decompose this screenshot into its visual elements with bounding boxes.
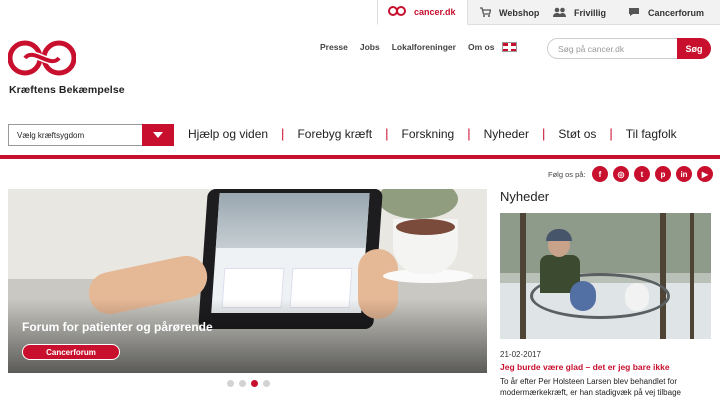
- link-presse[interactable]: Presse: [320, 42, 348, 52]
- cancer-type-select[interactable]: Vælg kræftsygdom: [8, 124, 174, 146]
- nav-separator: |: [385, 126, 389, 141]
- uk-flag-icon[interactable]: [502, 42, 517, 52]
- news-date: 21-02-2017: [500, 350, 541, 359]
- twitter-icon[interactable]: t: [634, 166, 650, 182]
- search-input[interactable]: [547, 38, 677, 59]
- cart-icon: [480, 6, 492, 19]
- nav-separator: |: [467, 126, 471, 141]
- nav-nyheder[interactable]: Nyheder: [484, 127, 529, 141]
- nav-stoet-os[interactable]: Støt os: [558, 127, 596, 141]
- header-links: Presse Jobs Lokalforeninger Om os: [320, 42, 494, 52]
- nav-til-fagfolk[interactable]: Til fagfolk: [626, 127, 677, 141]
- youtube-icon[interactable]: ▶: [697, 166, 713, 182]
- nav-separator: |: [281, 126, 285, 141]
- nav-forskning[interactable]: Forskning: [402, 127, 455, 141]
- slider-dot-active[interactable]: [251, 380, 258, 387]
- facebook-icon[interactable]: f: [592, 166, 608, 182]
- link-om-os[interactable]: Om os: [468, 42, 494, 52]
- cancer-dk-logo-icon: [388, 6, 406, 18]
- news-image[interactable]: [500, 213, 711, 339]
- nav-forebyg-kraeft[interactable]: Forebyg kræft: [297, 127, 372, 141]
- news-title-link[interactable]: Jeg burde være glad – det er jeg bare ik…: [500, 362, 670, 372]
- hero-title: Forum for patienter og pårørende: [22, 320, 213, 334]
- hero-gradient: [8, 299, 487, 373]
- tab-label: Webshop: [499, 7, 540, 18]
- chevron-down-icon: [142, 124, 174, 146]
- pinterest-icon[interactable]: p: [655, 166, 671, 182]
- select-value: Vælg kræftsygdom: [17, 130, 85, 140]
- tab-frivillig[interactable]: Frivillig: [543, 0, 616, 25]
- slider-dots: [227, 380, 270, 387]
- infinity-logo-icon: [7, 40, 77, 76]
- people-icon: [553, 7, 566, 19]
- slider-dot[interactable]: [239, 380, 246, 387]
- cancerforum-button[interactable]: Cancerforum: [22, 344, 120, 360]
- link-lokalforeninger[interactable]: Lokalforeninger: [392, 42, 456, 52]
- tab-label: Cancerforum: [648, 7, 705, 18]
- follow-label: Følg os på:: [548, 170, 586, 179]
- tab-cancerforum[interactable]: Cancerforum: [618, 0, 714, 25]
- chat-bubble-icon: [628, 7, 640, 19]
- hero-cup: [393, 219, 458, 274]
- nav-divider: [0, 155, 720, 159]
- link-jobs[interactable]: Jobs: [360, 42, 380, 52]
- brand-name: Kræftens Bekæmpelse: [9, 84, 125, 96]
- tab-label: Frivillig: [574, 7, 607, 18]
- nav-hjaelp-og-viden[interactable]: Hjælp og viden: [188, 127, 268, 141]
- tab-cancer-dk[interactable]: cancer.dk: [377, 0, 468, 25]
- nav-separator: |: [541, 126, 546, 141]
- hero-slider[interactable]: Forum for patienter og pårørende Cancerf…: [8, 189, 487, 373]
- news-teaser: To år efter Per Holsteen Larsen blev beh…: [500, 377, 681, 397]
- tab-label: cancer.dk: [414, 7, 456, 17]
- nav-separator: |: [609, 126, 613, 141]
- news-heading: Nyheder: [500, 189, 550, 204]
- tab-webshop[interactable]: Webshop: [470, 0, 549, 25]
- instagram-icon[interactable]: ◎: [613, 166, 629, 182]
- slider-dot[interactable]: [263, 380, 270, 387]
- slider-dot[interactable]: [227, 380, 234, 387]
- utility-bar: cancer.dk Webshop Frivillig Cancerforum: [0, 0, 720, 25]
- linkedin-icon[interactable]: in: [676, 166, 692, 182]
- main-nav: Hjælp og viden | Forebyg kræft | Forskni…: [188, 126, 677, 141]
- search-button[interactable]: Søg: [677, 38, 711, 59]
